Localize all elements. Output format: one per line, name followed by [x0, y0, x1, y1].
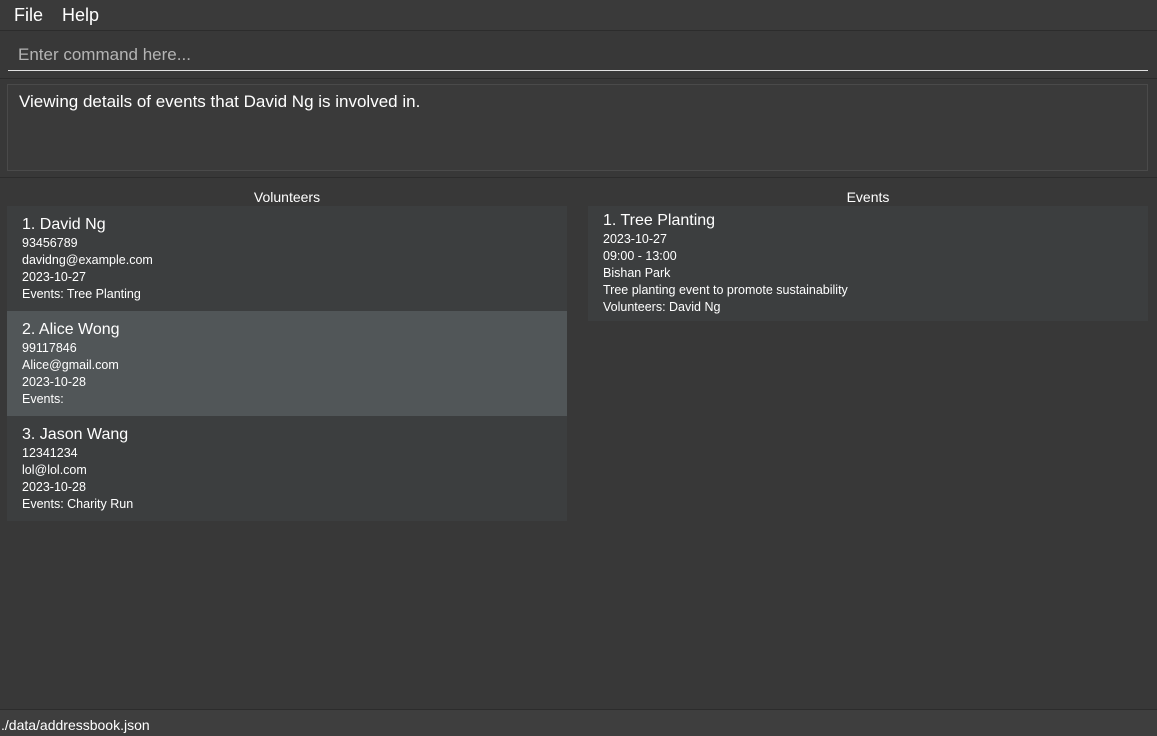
volunteer-card[interactable]: 1. David Ng 93456789 davidng@example.com… — [7, 206, 567, 311]
command-input[interactable] — [8, 39, 1148, 71]
volunteer-phone: 99117846 — [22, 341, 77, 355]
volunteer-events: Events: Tree Planting — [22, 287, 141, 301]
app-window: File Help Viewing details of events that… — [0, 0, 1157, 736]
volunteer-email: lol@lol.com — [22, 463, 87, 477]
event-description: Tree planting event to promote sustainab… — [603, 283, 848, 297]
volunteer-card-selected[interactable]: 2. Alice Wong 99117846 Alice@gmail.com 2… — [7, 311, 567, 416]
event-date: 2023-10-27 — [603, 232, 667, 246]
menu-file[interactable]: File — [8, 4, 49, 26]
command-box — [0, 31, 1157, 79]
event-list[interactable]: 1. Tree Planting 2023-10-27 09:00 - 13:0… — [588, 206, 1148, 321]
event-volunteers: Volunteers: David Ng — [603, 300, 721, 314]
result-display-area: Viewing details of events that David Ng … — [0, 79, 1157, 178]
save-location-path: ./data/addressbook.json — [1, 717, 150, 733]
volunteer-email: davidng@example.com — [22, 253, 153, 267]
event-time: 09:00 - 13:00 — [603, 249, 677, 263]
menu-bar: File Help — [0, 0, 1157, 31]
volunteer-list[interactable]: 1. David Ng 93456789 davidng@example.com… — [7, 206, 567, 521]
result-display: Viewing details of events that David Ng … — [7, 84, 1148, 171]
volunteer-name: 1. David Ng — [22, 216, 106, 233]
volunteer-date: 2023-10-28 — [22, 375, 86, 389]
status-bar: ./data/addressbook.json — [0, 709, 1157, 736]
volunteer-events: Events: Charity Run — [22, 497, 134, 511]
volunteer-date: 2023-10-28 — [22, 480, 86, 494]
volunteer-email: Alice@gmail.com — [22, 358, 119, 372]
volunteer-phone: 93456789 — [22, 236, 78, 250]
volunteers-panel-title: Volunteers — [253, 189, 321, 205]
event-card[interactable]: 1. Tree Planting 2023-10-27 09:00 - 13:0… — [588, 206, 1148, 321]
events-panel-title: Events — [846, 189, 890, 205]
event-name: 1. Tree Planting — [603, 212, 716, 229]
volunteer-card[interactable]: 3. Jason Wang 12341234 lol@lol.com 2023-… — [7, 416, 567, 521]
volunteer-name: 3. Jason Wang — [22, 426, 129, 443]
menu-help[interactable]: Help — [56, 4, 105, 26]
event-location: Bishan Park — [603, 266, 671, 280]
volunteer-date: 2023-10-27 — [22, 270, 86, 284]
volunteer-name: 2. Alice Wong — [22, 321, 120, 338]
volunteer-phone: 12341234 — [22, 446, 78, 460]
volunteer-events: Events: — [22, 392, 64, 406]
